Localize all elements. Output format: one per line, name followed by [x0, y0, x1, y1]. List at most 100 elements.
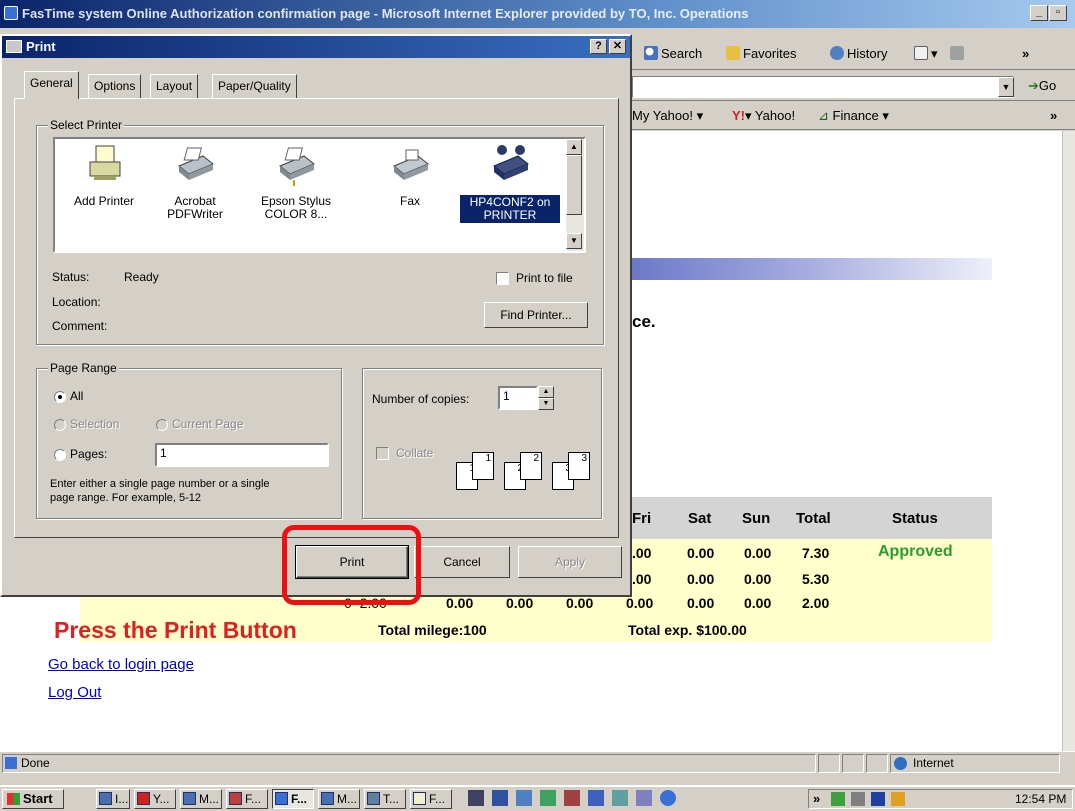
print-button-highlight — [282, 525, 421, 605]
taskbar-button[interactable]: I... — [96, 789, 130, 809]
quicklaunch-icon[interactable] — [516, 790, 532, 806]
minimize-button[interactable]: _ — [1030, 5, 1048, 21]
zone-cell: Internet — [890, 754, 1060, 773]
go-button[interactable]: ➔Go — [1028, 78, 1056, 94]
ie-icon — [4, 6, 18, 20]
copies-up-arrow-icon[interactable]: ▲ — [538, 386, 554, 398]
tray-icon[interactable] — [891, 792, 905, 806]
quicklaunch-icon[interactable] — [468, 790, 484, 806]
log-out-link[interactable]: Log Out — [48, 684, 101, 701]
copies-label: Number of copies: — [372, 392, 470, 406]
tray-overflow-chevron[interactable]: » — [813, 791, 820, 806]
col-sat: Sat — [688, 510, 712, 527]
add-printer-icon — [89, 145, 121, 180]
tab-general[interactable]: General — [24, 71, 79, 99]
toolbar-overflow-chevron[interactable]: » — [1022, 46, 1029, 61]
taskbar-button[interactable]: T... — [364, 789, 406, 809]
printer-icon — [178, 147, 214, 180]
search-button[interactable]: Search — [644, 46, 702, 61]
maximize-button[interactable]: ▫ — [1049, 5, 1067, 21]
range-selection-radio[interactable] — [54, 419, 66, 431]
range-pages-radio[interactable] — [54, 449, 66, 461]
taskbar-button[interactable]: M... — [180, 789, 222, 809]
pages-input[interactable]: 1 — [155, 443, 329, 467]
copies-input[interactable]: 1 — [498, 386, 538, 410]
range-selection-label: Selection — [70, 417, 120, 431]
col-fri: Fri — [632, 510, 652, 527]
taskbar-button[interactable]: Y... — [134, 789, 176, 809]
collate-checkbox[interactable] — [376, 447, 389, 460]
links-overflow-chevron[interactable]: » — [1050, 108, 1057, 123]
printer-list-scrollbar[interactable]: ▲ ▼ — [566, 139, 584, 251]
copies-down-arrow-icon[interactable]: ▼ — [538, 398, 554, 410]
apply-button[interactable]: Apply — [518, 546, 622, 578]
mail-button[interactable]: ▾ — [914, 46, 938, 62]
address-input[interactable] — [632, 76, 1014, 98]
link-my-yahoo[interactable]: My Yahoo! ▾ — [632, 108, 703, 124]
tray-icon[interactable] — [871, 792, 885, 806]
range-hint: Enter either a single page number or a s… — [50, 478, 270, 490]
link-finance[interactable]: ⊿ Finance ▾ — [818, 108, 889, 124]
find-printer-button[interactable]: Find Printer... — [484, 302, 588, 328]
taskbar-button-active[interactable]: F... — [272, 789, 314, 809]
app-icon — [367, 792, 380, 805]
quicklaunch-icon[interactable] — [492, 790, 508, 806]
table-cell: 2.00 — [802, 595, 830, 611]
tab-options[interactable]: Options — [88, 74, 142, 98]
table-cell: 0.00 — [446, 595, 474, 611]
start-button[interactable]: Start — [2, 789, 64, 809]
scroll-down-arrow-icon[interactable]: ▼ — [566, 233, 582, 249]
printer-epson-stylus[interactable]: Epson Stylus COLOR 8... — [254, 142, 338, 221]
ie-title-bar: FasTime system Online Authorization conf… — [0, 0, 1075, 28]
fax-icon — [393, 149, 429, 180]
yahoo-icon: Y! — [732, 108, 745, 123]
page-2-icon: 2 — [520, 452, 542, 480]
ie-window-title: FasTime system Online Authorization conf… — [22, 6, 749, 21]
address-dropdown-button[interactable]: ▼ — [998, 77, 1014, 97]
taskbar-button[interactable]: F... — [410, 789, 452, 809]
taskbar-button[interactable]: F... — [226, 789, 268, 809]
collate-label: Collate — [396, 446, 434, 460]
mail-icon — [413, 792, 426, 805]
help-button[interactable]: ? — [590, 39, 607, 54]
print-to-file-checkbox[interactable] — [496, 272, 509, 285]
volume-icon[interactable] — [851, 792, 865, 806]
quicklaunch-icon[interactable] — [612, 790, 628, 806]
page-icon — [5, 757, 17, 769]
page-scrollbar[interactable] — [1062, 131, 1075, 751]
scroll-up-arrow-icon[interactable]: ▲ — [566, 139, 582, 155]
printer-acrobat-pdfwriter[interactable]: Acrobat PDFWriter — [160, 142, 230, 221]
yahoo-icon — [137, 792, 150, 805]
history-button[interactable]: History — [830, 46, 887, 61]
range-all-radio[interactable] — [54, 391, 66, 403]
globe-icon — [894, 757, 907, 770]
quicklaunch-icon[interactable] — [636, 790, 652, 806]
cancel-button[interactable]: Cancel — [414, 546, 510, 578]
tray-icon[interactable] — [831, 792, 845, 806]
location-label: Location: — [52, 295, 101, 309]
printer-add-printer[interactable]: Add Printer — [62, 142, 146, 208]
link-yahoo[interactable]: Y!▾ Yahoo! — [732, 108, 795, 124]
printer-fax[interactable]: Fax — [380, 142, 440, 208]
range-current-page-radio[interactable] — [156, 419, 168, 431]
table-cell: .00 — [632, 545, 652, 561]
table-cell: 5.30 — [802, 571, 830, 587]
back-to-login-link[interactable]: Go back to login page — [48, 656, 194, 673]
table-cell: 0.00 — [566, 595, 594, 611]
ie-icon — [275, 792, 288, 805]
favorites-button[interactable]: Favorites — [726, 46, 796, 61]
quicklaunch-icon[interactable] — [564, 790, 580, 806]
windows-flag-icon — [7, 793, 20, 805]
ie-quicklaunch-icon[interactable] — [660, 790, 676, 806]
tab-paper-quality[interactable]: Paper/Quality — [212, 74, 297, 98]
printer-hp4conf2-selected[interactable]: HP4CONF2 on PRINTER — [460, 142, 560, 223]
quicklaunch-icon[interactable] — [540, 790, 556, 806]
tab-layout[interactable]: Layout — [150, 74, 199, 98]
print-toolbar-button[interactable] — [950, 46, 967, 61]
mail-icon — [914, 46, 928, 60]
close-icon[interactable]: ✕ — [609, 39, 626, 54]
scroll-thumb[interactable] — [566, 155, 582, 215]
taskbar-button[interactable]: M... — [318, 789, 360, 809]
quicklaunch-icon[interactable] — [588, 790, 604, 806]
table-cell: 7.30 — [802, 545, 830, 561]
